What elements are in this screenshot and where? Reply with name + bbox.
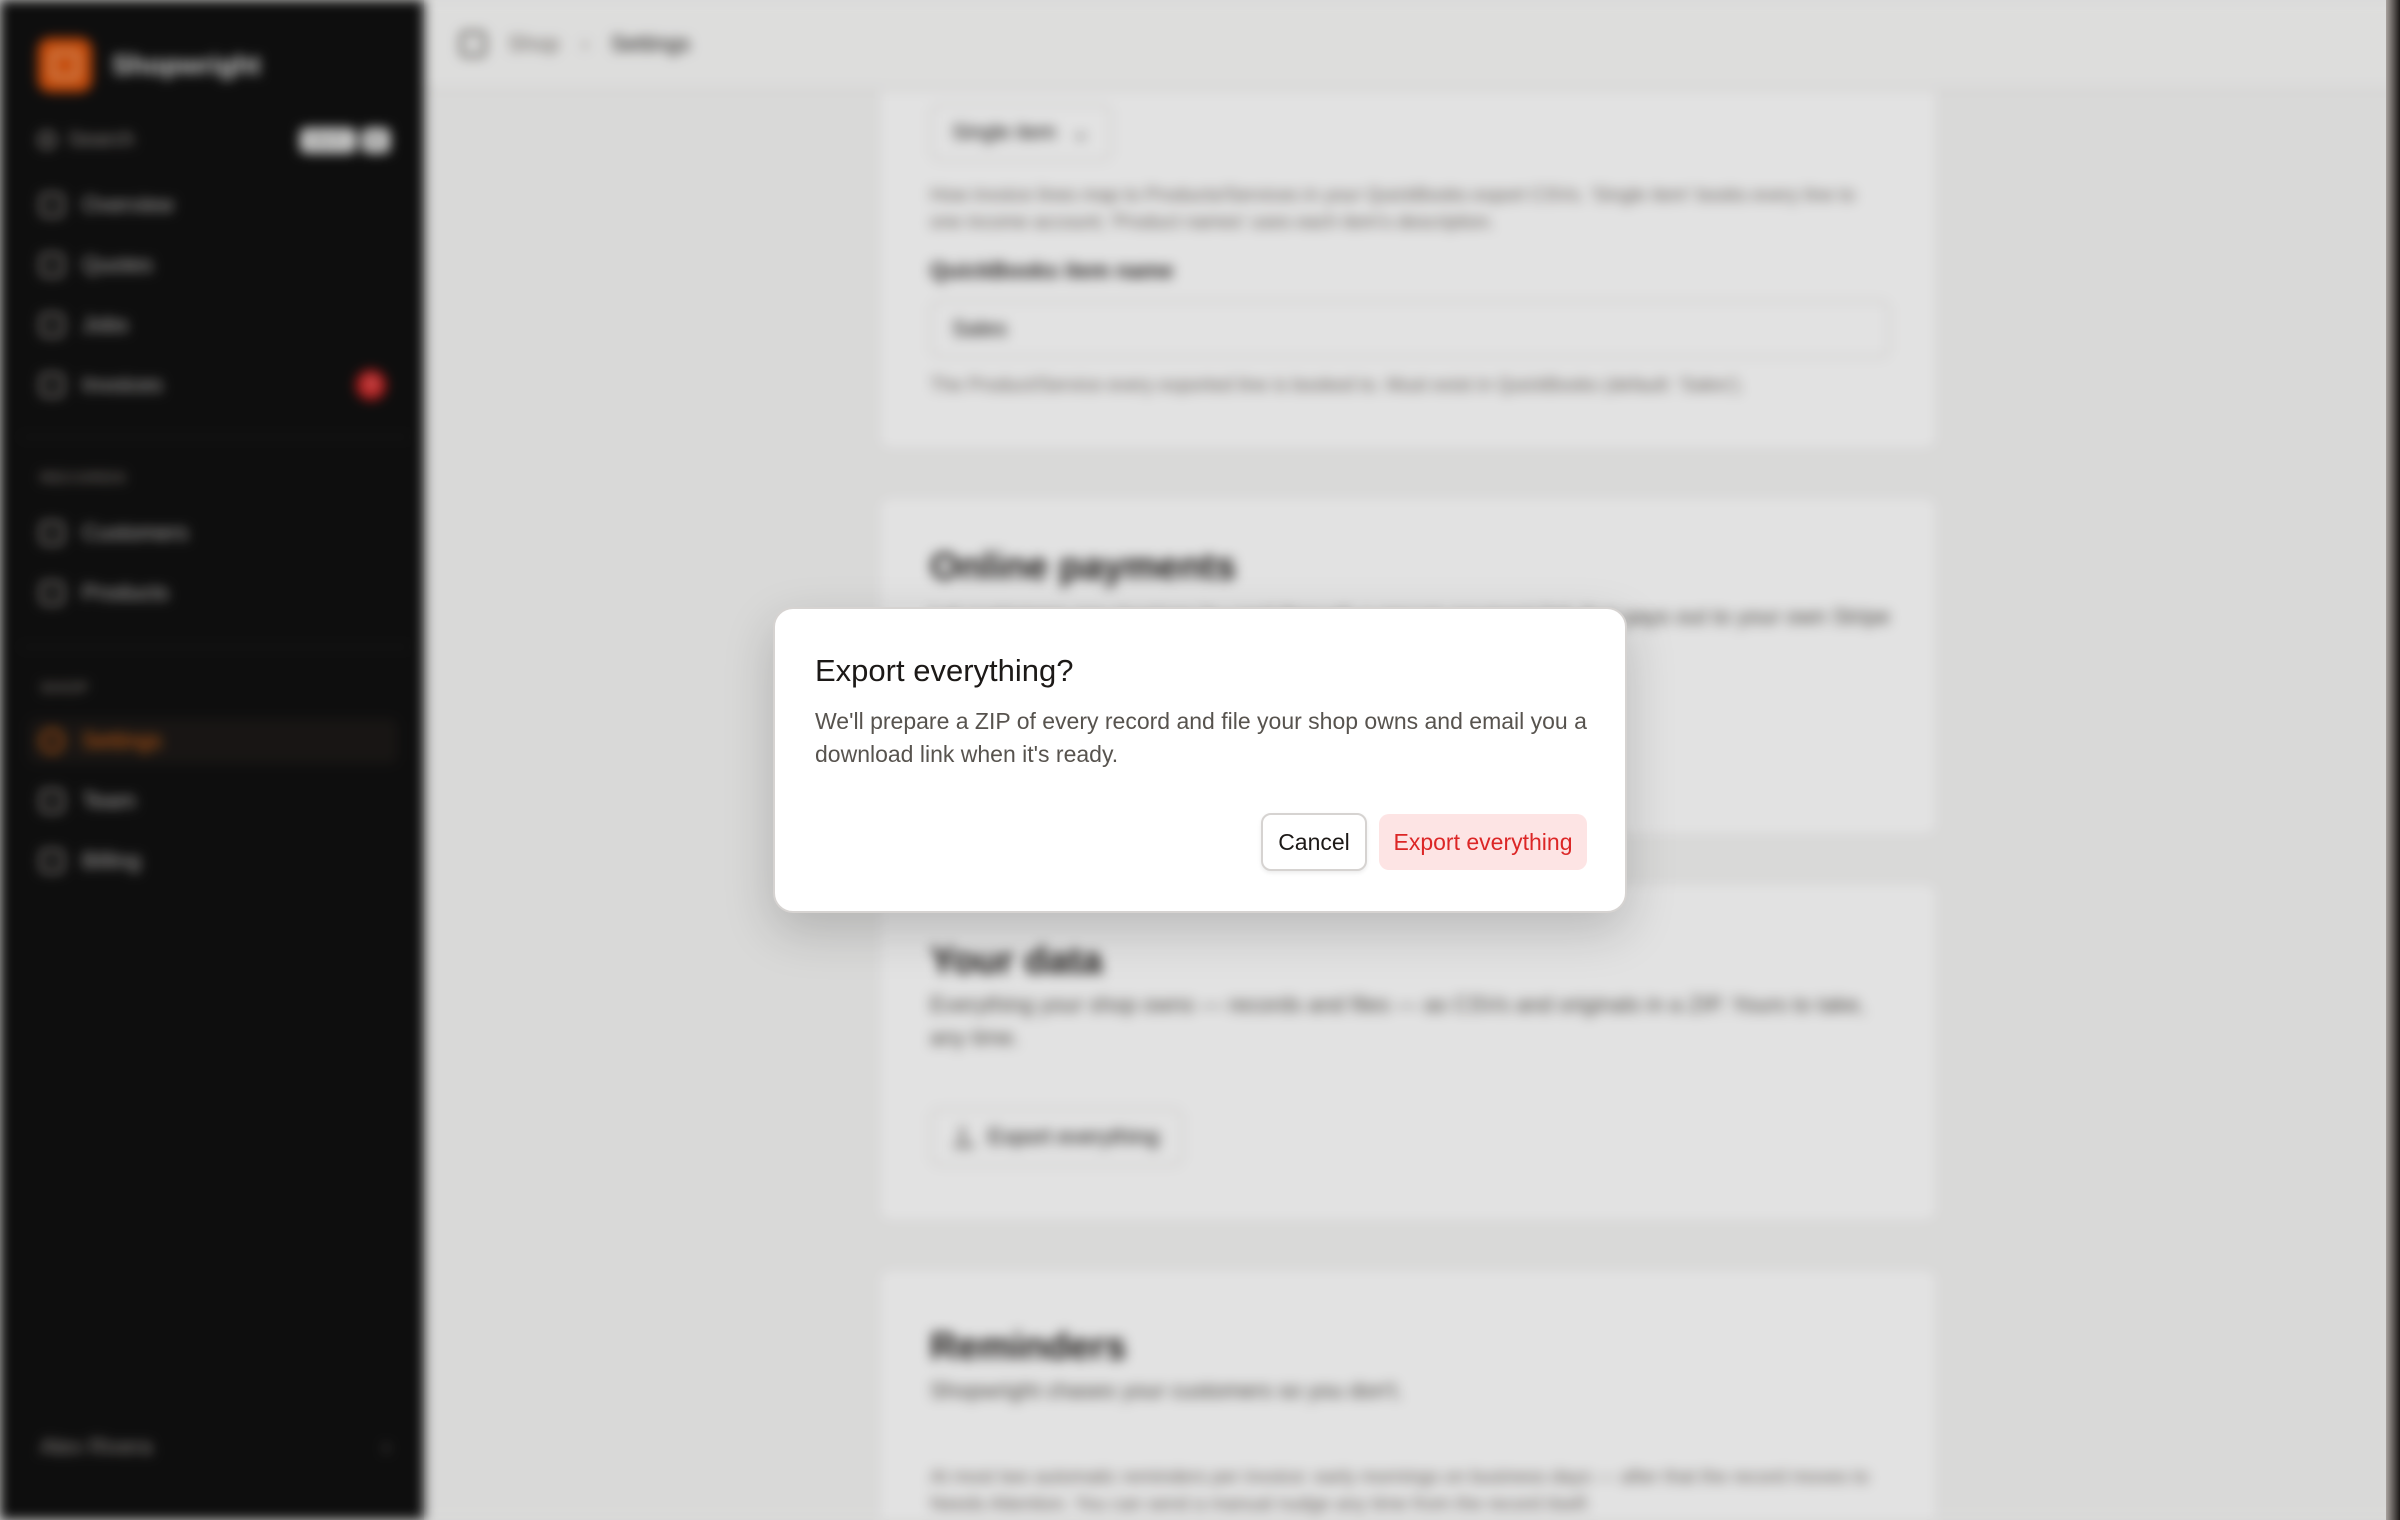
cancel-button[interactable]: Cancel: [1261, 813, 1367, 871]
dialog-body: We'll prepare a ZIP of every record and …: [815, 708, 1587, 767]
sidebar-shade: [0, 0, 424, 1520]
window-edge: [2386, 0, 2400, 1520]
export-confirm-dialog: Export everything? We'll prepare a ZIP o…: [773, 607, 1627, 913]
confirm-export-button[interactable]: Export everything: [1379, 814, 1587, 870]
dialog-title: Export everything?: [815, 653, 1074, 688]
